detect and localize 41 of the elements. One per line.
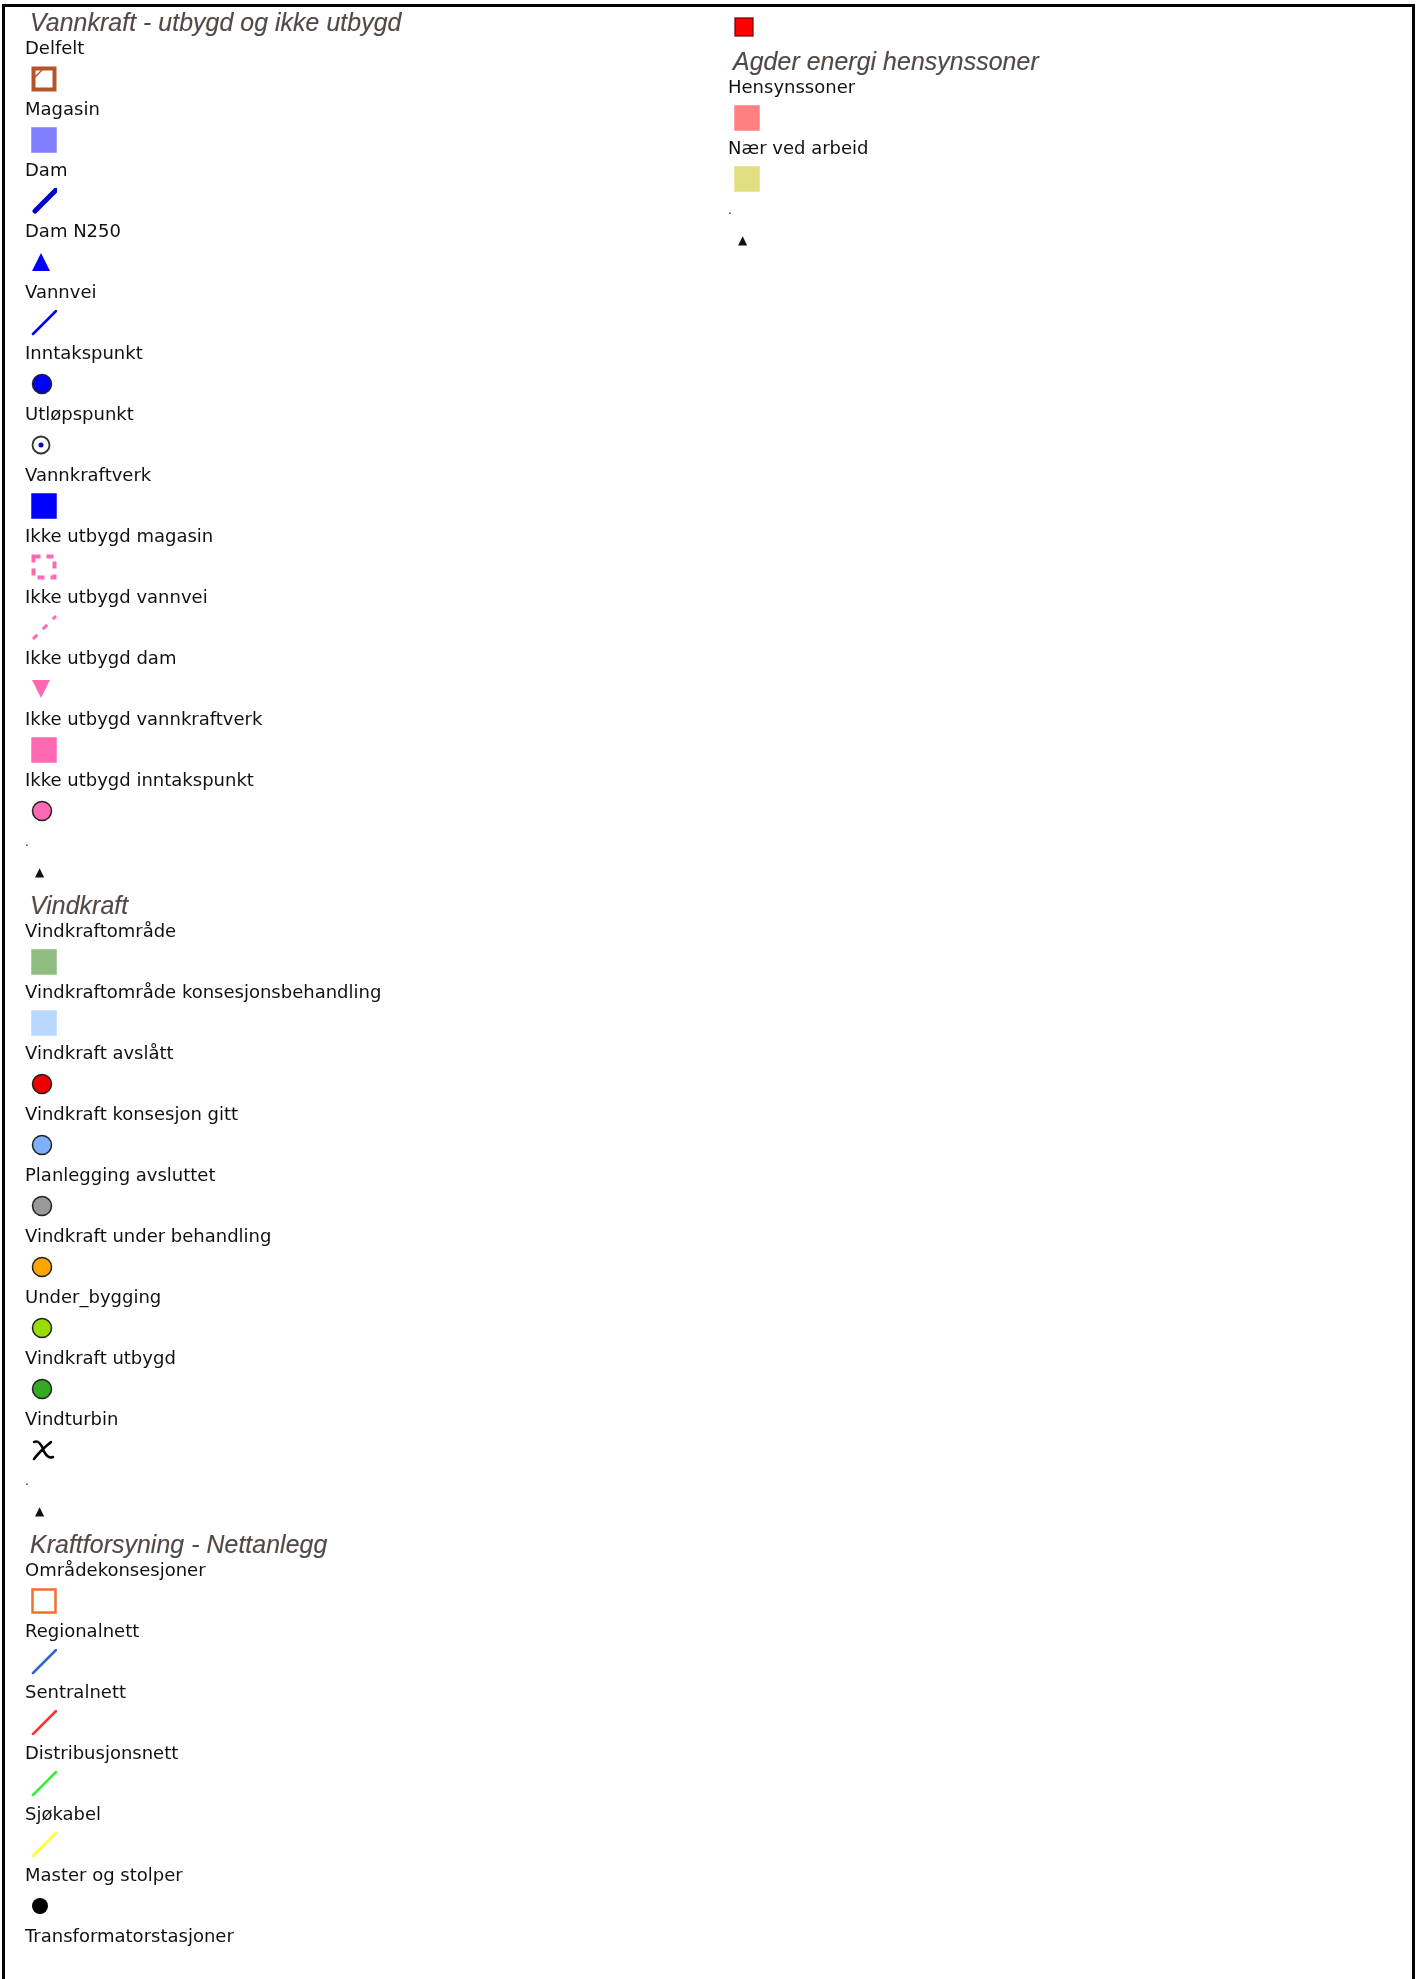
legend-label: Ikke utbygd vannvei <box>25 586 209 608</box>
legend-label: Inntakspunkt <box>25 342 144 364</box>
legend-label: Vindkraft under behandling <box>25 1225 273 1247</box>
legend-label: Vindkraftområde <box>25 920 178 942</box>
legend-label: . <box>25 1474 29 1488</box>
legend-heading: Vindkraft <box>29 890 130 920</box>
legend-label: Ikke utbygd dam <box>25 647 178 669</box>
legend-label: . <box>25 835 29 849</box>
legend-label: Nær ved arbeid <box>728 137 870 159</box>
legend-label: Regionalnett <box>25 1620 141 1642</box>
legend-label: Sjøkabel <box>25 1803 103 1825</box>
legend-label: Områdekonsesjoner <box>25 1559 207 1581</box>
legend-label: Ikke utbygd inntakspunkt <box>25 769 255 791</box>
legend-label: Vannkraftverk <box>25 464 153 486</box>
legend-label: Vindkraftområde konsesjonsbehandling <box>25 981 383 1003</box>
legend-label: Dam <box>25 159 69 181</box>
legend-label: Master og stolper <box>25 1864 184 1886</box>
legend-label: Vannvei <box>25 281 98 303</box>
legend-label: Dam N250 <box>25 220 122 242</box>
legend-label: Delfelt <box>25 37 86 59</box>
collapse-toggle[interactable]: ▲ <box>738 233 748 247</box>
legend-label: Ikke utbygd vannkraftverk <box>25 708 264 730</box>
legend-label: Distribusjonsnett <box>25 1742 180 1764</box>
legend-label: Sentralnett <box>25 1681 127 1703</box>
legend-label: Planlegging avsluttet <box>25 1164 217 1186</box>
legend-label: Transformatorstasjoner <box>25 1925 235 1947</box>
legend-heading: Kraftforsyning - Nettanlegg <box>29 1529 329 1559</box>
collapse-toggle[interactable]: ▲ <box>35 1504 45 1518</box>
legend-label: Magasin <box>25 98 101 120</box>
legend-label: Under_bygging <box>25 1286 163 1308</box>
legend-heading: Agder energi hensynssoner <box>731 46 1041 76</box>
legend-label: Ikke utbygd magasin <box>25 525 215 547</box>
legend-label: Vindturbin <box>25 1408 120 1430</box>
legend-label: Hensynssoner <box>728 76 857 98</box>
legend-label: Vindkraft konsesjon gitt <box>25 1103 240 1125</box>
legend-label: Vindkraft avslått <box>25 1042 175 1064</box>
legend-label: Utløpspunkt <box>25 403 135 425</box>
collapse-toggle[interactable]: ▲ <box>35 865 45 879</box>
legend-label: . <box>728 203 732 217</box>
legend-heading: Vannkraft - utbygd og ikke utbygd <box>29 7 403 37</box>
legend-label: Vindkraft utbygd <box>25 1347 177 1369</box>
